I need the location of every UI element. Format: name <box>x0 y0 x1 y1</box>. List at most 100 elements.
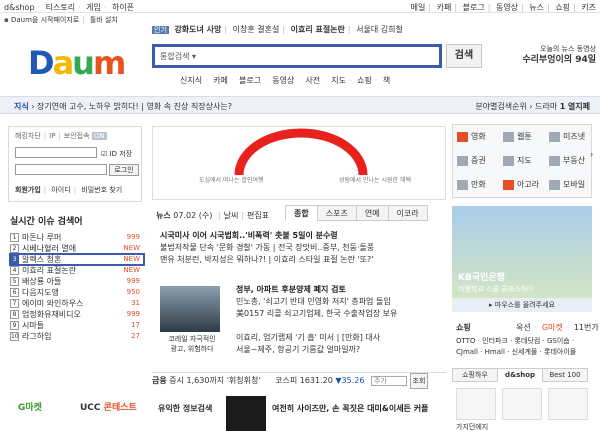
kb-bank-ad[interactable]: KB국민은행 비행학교 스쿨 클래스하다 <box>452 206 592 310</box>
top-link-tistory[interactable]: 티스토리 <box>46 3 75 12</box>
top-link-news[interactable]: 뉴스 <box>529 3 544 12</box>
search-input[interactable] <box>215 49 435 63</box>
service-grid-item[interactable]: 모바일 <box>545 173 591 197</box>
service-link[interactable]: 카페 <box>213 76 228 85</box>
search-category-select[interactable]: 통합검색 ▾ <box>160 51 196 62</box>
news-item[interactable]: 美0157 리콜 쇠고기업체, 한국 수출작업장 보유 <box>236 308 444 320</box>
rank-item[interactable]: 8 엄정화유재비디오 999 <box>10 309 144 320</box>
service-grid-item[interactable]: 부동산 <box>545 149 591 173</box>
partner-gmarket[interactable]: G마켓 <box>542 323 563 332</box>
news-video-promo[interactable]: 오늘의 뉴스 동영상 수리부엉이의 94일 <box>500 44 596 66</box>
service-grid-item[interactable]: 미즈넷 <box>545 125 591 149</box>
daum-logo[interactable]: Daum <box>28 46 126 80</box>
service-grid-item[interactable]: 증권 <box>453 149 499 173</box>
set-start-page-link[interactable]: Daum을 시작페이지로 <box>11 16 79 24</box>
service-link[interactable]: 사전 <box>305 76 320 85</box>
service-link[interactable]: 신지식 <box>180 76 202 85</box>
rank-item[interactable]: 1 마돈나 루머 999 <box>10 232 144 243</box>
news-item[interactable]: 서울~제주, 항공기 기름값 얼마일까? <box>236 344 444 356</box>
gmarket-banner[interactable]: G마켓 <box>18 400 42 413</box>
news-item[interactable]: 민노총, '쇠고기 반대 민영화 저지' 총파업 돌입 <box>236 296 444 308</box>
stock-search-button[interactable]: 조회 <box>409 373 429 389</box>
rank-item[interactable]: 6 다음지도앵 950 <box>10 287 144 298</box>
weather-link[interactable]: 날씨 <box>224 211 239 220</box>
shopping-thumb[interactable] <box>502 388 542 420</box>
hot-keyword[interactable]: 강화도녀 사망 <box>174 25 221 34</box>
service-label: 증권 <box>471 156 486 165</box>
news-photo[interactable] <box>160 286 220 332</box>
hot-keyword[interactable]: 서울대 김희철 <box>356 25 403 34</box>
service-link[interactable]: 블로그 <box>239 76 261 85</box>
partner-auction[interactable]: 옥션 <box>516 323 531 332</box>
tab-sports[interactable]: 스포츠 <box>316 205 357 221</box>
service-grid-item[interactable]: 만화 <box>453 173 499 197</box>
rank-label: 마돈나 루머 <box>22 233 62 242</box>
rank-item[interactable]: 4 이효리 표절논란 NEW <box>10 265 144 276</box>
id-save-checkbox[interactable]: ☑ ID 저장 <box>101 149 132 159</box>
tab-dshop[interactable]: d&shop <box>497 368 543 382</box>
service-grid-item[interactable]: 지도 <box>499 149 545 173</box>
hot-keyword[interactable]: 이효리 표절논란 <box>291 25 345 34</box>
editor-link[interactable]: 편집표 <box>247 211 269 220</box>
ticker-right[interactable]: 분야별검색순위 › 드라마 1 열지페 <box>475 101 590 112</box>
ucc-contest-banner[interactable]: UCC 콘테스트 <box>80 400 137 413</box>
top-link-kids[interactable]: 키즈 <box>581 3 596 12</box>
top-link-mail[interactable]: 메일 <box>411 3 426 12</box>
info-thumb[interactable] <box>226 396 266 431</box>
service-link[interactable]: 지도 <box>331 76 346 85</box>
shopping-thumb[interactable] <box>456 388 496 420</box>
service-link[interactable]: 동영상 <box>272 76 294 85</box>
id-input[interactable] <box>15 147 97 158</box>
news-item[interactable]: 이효리, 업기랩제 '기 흡' 미서 | [만화] 대사 <box>236 332 444 344</box>
hot-badge: 인기 <box>152 26 169 34</box>
rank-item[interactable]: 10 라그하임 27 <box>10 331 144 342</box>
signup-link[interactable]: 회원가입 <box>15 186 41 194</box>
find-password-link[interactable]: 비밀번호 찾기 <box>81 186 122 194</box>
shopping-links[interactable]: OTTO · 인터파크 · 롯데닷컴 · GS이숍 · CJmall · Hma… <box>456 336 596 358</box>
top-link-dshop[interactable]: d&shop <box>4 3 35 12</box>
top-link-hyphen[interactable]: 하이픈 <box>112 3 134 12</box>
search-button[interactable]: 검색 <box>446 44 482 68</box>
service-link[interactable]: 쇼핑 <box>357 76 372 85</box>
tab-agora[interactable]: 이코라 <box>387 205 428 221</box>
tab-general[interactable]: 종합 <box>285 205 318 221</box>
rank-item[interactable]: 5 배상룡 아들 999 <box>10 276 144 287</box>
ticker-left[interactable]: 지식 › 장기연애 고수, 노하우 밝히다! | 영화 속 진상 직장상사는? <box>14 101 232 112</box>
tab-shoppinghow[interactable]: 쇼핑하우 <box>452 368 498 382</box>
top-link-shopping[interactable]: 쇼핑 <box>555 3 570 12</box>
partner-11st[interactable]: 11번가 <box>574 323 599 332</box>
rank-item[interactable]: 7 에이미 와인하우스 31 <box>10 298 144 309</box>
top-link-game[interactable]: 게임 <box>86 3 101 12</box>
news-item[interactable]: 시국미사 이어 시국법회..'비폭력' 촛불 5일이 분수령 <box>160 230 446 242</box>
finance-headline[interactable]: 증시 1,630까지 '휘청휘청' <box>169 376 260 385</box>
secure-toggle[interactable]: ON <box>91 132 107 140</box>
login-button[interactable]: 로그인 <box>109 164 139 176</box>
rank-item[interactable]: 3 알렉스 청혼 NEW <box>9 253 145 266</box>
news-photo-caption[interactable]: 코레일 자극적인 광고, 위험하다 <box>152 334 232 354</box>
rank-item[interactable]: 2 시베나혈러 열애 NEW <box>10 243 144 254</box>
top-link-cafe[interactable]: 카페 <box>437 3 452 12</box>
rank-item[interactable]: 9 시마들 17 <box>10 320 144 331</box>
stock-search-input[interactable]: 주가 <box>371 375 407 386</box>
news-item[interactable]: 불법저작물 단속 '문화 경찰' 가동 | 전국 장맛비..중부, 천둥·돌풍 <box>160 242 446 254</box>
shopping-thumb[interactable] <box>548 388 588 420</box>
tab-entertainment[interactable]: 연예 <box>355 205 389 221</box>
tab-best100[interactable]: Best 100 <box>542 368 588 382</box>
service-label: 모바일 <box>563 180 586 189</box>
news-item[interactable]: 맨유 처분런, 박지성은 뭐하나?! | 이효리 스타일 표절 논란 '또?' <box>160 254 446 266</box>
chevron-right-icon[interactable]: › <box>590 150 598 170</box>
info-headline[interactable]: 여전히 사이즈만, 손 꼭짓은 대미&이세든 커플 <box>272 403 428 414</box>
install-toolbar-link[interactable]: 툴바 설치 <box>90 16 118 24</box>
service-grid-item[interactable]: 아고라 <box>499 173 545 197</box>
news-item[interactable] <box>236 320 444 332</box>
service-link[interactable]: 책 <box>383 76 390 85</box>
service-grid-item[interactable]: 영화 <box>453 125 499 149</box>
service-grid-item[interactable]: 웹툰 <box>499 125 545 149</box>
top-link-video[interactable]: 동영상 <box>496 3 518 12</box>
news-item[interactable]: 정부, 아파트 후분양제 폐지 검토 <box>236 284 444 296</box>
hot-keyword[interactable]: 이창훈 결혼설 <box>233 25 280 34</box>
center-banner[interactable]: 도심에서 떠나는 합인여행 성림에서 만나는 시원한 해택 <box>152 126 446 200</box>
top-link-blog[interactable]: 블로그 <box>463 3 485 12</box>
password-input[interactable] <box>15 164 107 175</box>
find-id-link[interactable]: 아이디 <box>51 186 70 194</box>
